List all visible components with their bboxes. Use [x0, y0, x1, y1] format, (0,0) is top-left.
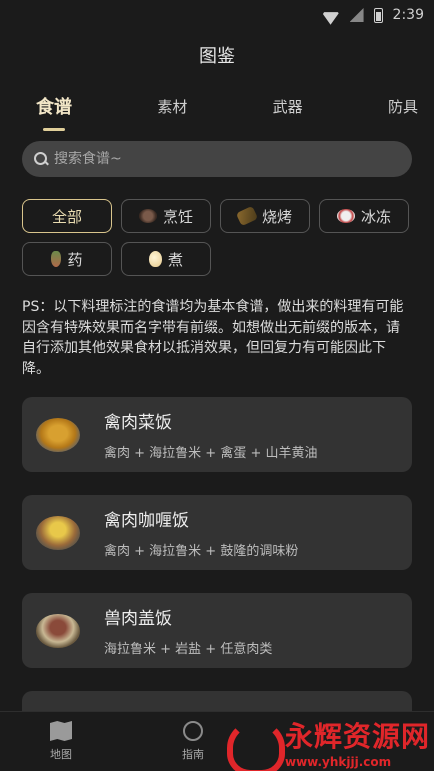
list-item[interactable]: 兽肉盖饭 海拉鲁米 + 岩盐 + 任意肉类 [22, 593, 412, 668]
filter-label: 冰冻 [360, 207, 391, 226]
nav-map[interactable]: 地图 [50, 721, 72, 762]
list-item[interactable]: 禽肉菜饭 禽肉 + 海拉鲁米 + 禽蛋 + 山羊黄油 [22, 397, 412, 472]
watermark-url: www.yhkjjj.com [284, 755, 392, 769]
nav-guide[interactable]: 指南 [182, 721, 204, 762]
recipe-ingredients: 海拉鲁米 + 岩盐 + 任意肉类 [104, 642, 273, 657]
recipe-ingredients: 禽肉 + 海拉鲁米 + 禽蛋 + 山羊黄油 [104, 446, 318, 461]
map-icon [50, 721, 72, 741]
filter-label: 药 [67, 250, 83, 269]
filter-chips: 全部 烹饪 烧烤 冰冻 药 煮 [22, 199, 412, 276]
recipe-name: 兽肉盖饭 [104, 609, 172, 629]
category-tabs: 食谱 素材 武器 防具 [0, 83, 434, 129]
roast-icon [235, 205, 259, 227]
watermark-logo-icon [223, 716, 285, 771]
fried-rice-dish-icon [36, 417, 80, 452]
list-item[interactable]: 禽肉咖喱饭 禽肉 + 海拉鲁米 + 鼓隆的调味粉 [22, 495, 412, 570]
search-icon [34, 152, 48, 166]
recipe-ingredients: 禽肉 + 海拉鲁米 + 鼓隆的调味粉 [104, 544, 299, 559]
nav-label: 指南 [182, 748, 204, 761]
signal-icon [349, 8, 364, 22]
filter-label: 煮 [167, 250, 183, 269]
filter-all[interactable]: 全部 [22, 199, 112, 233]
page-title: 图鉴 [199, 46, 235, 67]
watermark: 永辉资源网 www.yhkjjj.com [223, 715, 430, 771]
egg-icon [148, 251, 162, 267]
meat-rice-bowl-icon [36, 613, 80, 648]
filter-label: 全部 [51, 207, 82, 226]
filter-roast[interactable]: 烧烤 [220, 199, 310, 233]
nav-label: 地图 [50, 748, 72, 761]
status-time: 2:39 [392, 7, 424, 23]
recipe-note: PS：以下料理标注的食谱均为基本食谱，做出来的料理有可能因含有特殊效果而名字带有… [22, 299, 404, 377]
filter-boil[interactable]: 煮 [121, 242, 211, 276]
filter-label: 烧烤 [261, 207, 292, 226]
wifi-icon [322, 9, 340, 22]
tab-recipes[interactable]: 食谱 [36, 89, 72, 123]
frozen-icon [336, 209, 355, 223]
battery-icon [373, 7, 383, 23]
status-bar: 2:39 [0, 0, 434, 30]
tab-weapons[interactable]: 武器 [273, 92, 303, 121]
filter-frozen[interactable]: 冰冻 [319, 199, 409, 233]
tab-materials[interactable]: 素材 [157, 92, 187, 121]
medicine-icon [51, 251, 62, 267]
filter-cooking[interactable]: 烹饪 [121, 199, 211, 233]
recipe-list: 禽肉菜饭 禽肉 + 海拉鲁米 + 禽蛋 + 山羊黄油 禽肉咖喱饭 禽肉 + 海拉… [22, 397, 412, 711]
list-item[interactable] [22, 691, 412, 711]
filter-label: 烹饪 [162, 207, 193, 226]
search-bar[interactable] [22, 141, 412, 177]
filter-medicine[interactable]: 药 [22, 242, 112, 276]
compass-icon [183, 721, 203, 741]
recipe-name: 禽肉咖喱饭 [104, 511, 189, 531]
cooking-pot-icon [138, 209, 157, 223]
tab-armor[interactable]: 防具 [388, 92, 418, 121]
recipe-name: 禽肉菜饭 [104, 413, 172, 433]
search-input[interactable] [54, 151, 400, 167]
curry-rice-dish-icon [36, 515, 80, 550]
watermark-title: 永辉资源网 [284, 720, 430, 753]
